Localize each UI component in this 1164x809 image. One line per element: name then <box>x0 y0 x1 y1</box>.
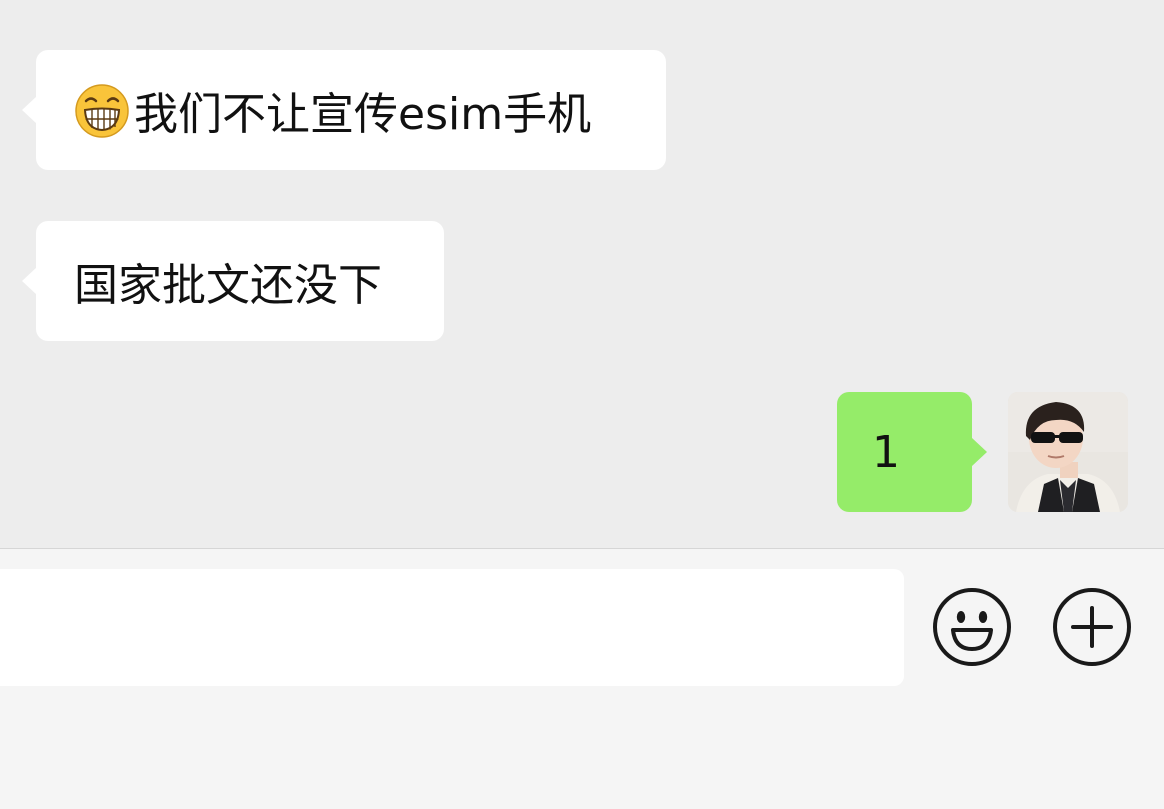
smiley-face-icon <box>933 588 1011 666</box>
user-avatar[interactable] <box>1008 392 1128 512</box>
incoming-message-bubble[interactable]: 国家批文还没下 <box>22 221 444 341</box>
plus-circle-icon <box>1053 588 1131 666</box>
message-text: 国家批文还没下 <box>74 260 382 311</box>
more-options-button[interactable] <box>1052 587 1132 667</box>
chat-message-area[interactable]: 我们不让宣传esim手机 国家批文还没下 1 <box>0 0 1164 548</box>
message-text: 我们不让宣传esim手机 <box>134 89 592 140</box>
outgoing-message-bubble[interactable]: 1 <box>837 392 987 512</box>
message-text: 1 <box>872 426 900 478</box>
incoming-message-bubble[interactable]: 我们不让宣传esim手机 <box>22 50 666 170</box>
message-input[interactable] <box>0 569 904 686</box>
grinning-face-emoji-icon <box>75 84 129 138</box>
emoji-button[interactable] <box>932 587 1012 667</box>
avatar-photo <box>1008 392 1128 512</box>
message-input-bar <box>0 548 1164 809</box>
